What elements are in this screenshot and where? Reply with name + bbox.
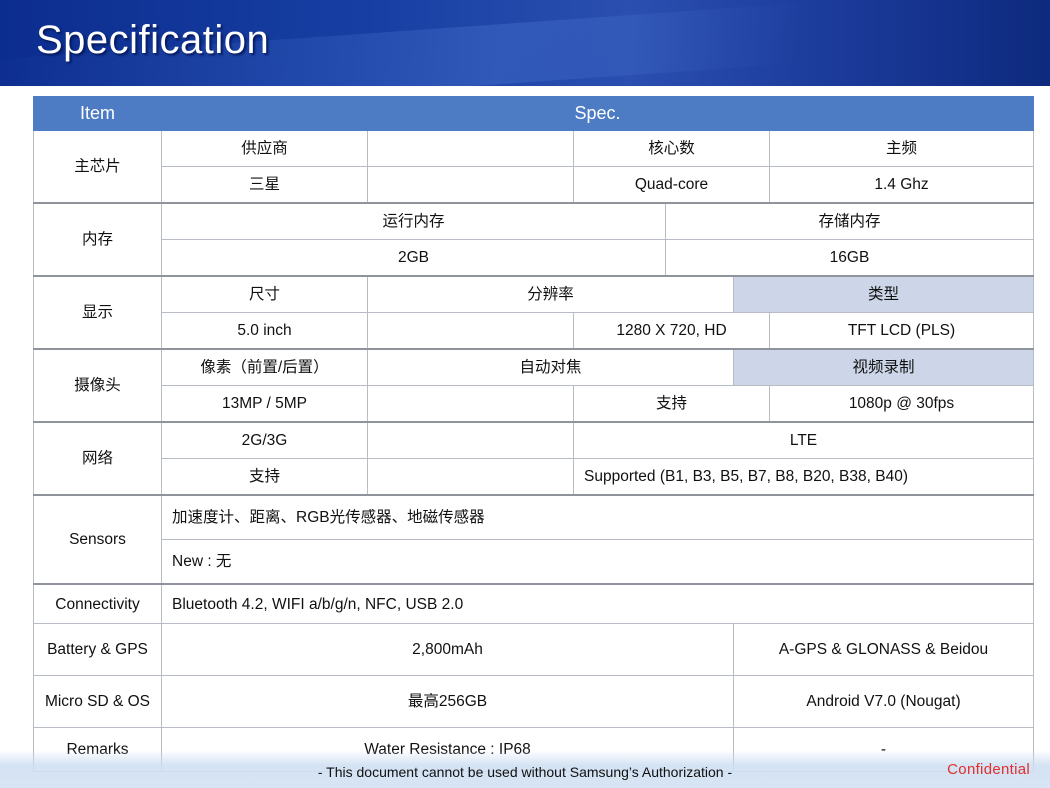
connectivity-value: Bluetooth 4.2, WIFI a/b/g/n, NFC, USB 2.… bbox=[161, 583, 1034, 624]
network-blank-value bbox=[367, 458, 574, 496]
table-row: Connectivity Bluetooth 4.2, WIFI a/b/g/n… bbox=[33, 583, 1034, 624]
network-header-2g3g: 2G/3G bbox=[161, 421, 368, 459]
row-label-microsd-os: Micro SD & OS bbox=[33, 675, 162, 728]
network-header-blank bbox=[367, 421, 574, 459]
network-header-lte: LTE bbox=[573, 421, 1034, 459]
display-type-value: TFT LCD (PLS) bbox=[769, 312, 1034, 350]
display-header-size: 尺寸 bbox=[161, 275, 368, 313]
camera-header-pixels: 像素（前置/后置） bbox=[161, 348, 368, 386]
chip-header-blank bbox=[367, 130, 574, 167]
memory-header-ram: 运行内存 bbox=[161, 202, 666, 240]
row-label-network: 网络 bbox=[33, 421, 162, 496]
chip-header-frequency: 主频 bbox=[769, 130, 1034, 167]
memory-ram-value: 2GB bbox=[161, 239, 666, 277]
chip-vendor-value: 三星 bbox=[161, 166, 368, 204]
camera-pixels-value: 13MP / 5MP bbox=[161, 385, 368, 423]
row-label-connectivity: Connectivity bbox=[33, 583, 162, 624]
memory-header-storage: 存储内存 bbox=[665, 202, 1034, 240]
table-row: Sensors 加速度计、距离、RGB光传感器、地磁传感器 bbox=[33, 494, 1034, 585]
table-row: 2GB 16GB bbox=[34, 239, 1034, 277]
display-blank-value bbox=[367, 312, 574, 350]
camera-autofocus-value: 支持 bbox=[573, 385, 770, 423]
memory-storage-value: 16GB bbox=[665, 239, 1034, 277]
gps-value: A-GPS & GLONASS & Beidou bbox=[733, 623, 1034, 676]
table-row: Micro SD & OS 最高256GB Android V7.0 (Noug… bbox=[33, 675, 1034, 728]
confidential-label: Confidential bbox=[947, 761, 1030, 778]
microsd-value: 最高256GB bbox=[161, 675, 734, 728]
row-label-chip: 主芯片 bbox=[33, 130, 162, 204]
camera-blank-value bbox=[367, 385, 574, 423]
footer-disclaimer: - This document cannot be used without S… bbox=[317, 764, 733, 780]
sensors-new-value: New : 无 bbox=[161, 539, 1034, 585]
table-row: 三星 Quad-core 1.4 Ghz bbox=[34, 166, 1034, 204]
camera-header-autofocus: 自动对焦 bbox=[367, 348, 734, 386]
table-row: 摄像头 像素（前置/后置） 自动对焦 视频录制 bbox=[33, 348, 1034, 423]
table-row: 支持 Supported (B1, B3, B5, B7, B8, B20, B… bbox=[34, 458, 1034, 496]
title-banner: Specification bbox=[0, 0, 1050, 86]
table-row: 主芯片 供应商 核心数 主频 bbox=[33, 130, 1034, 204]
chip-header-cores: 核心数 bbox=[573, 130, 770, 167]
chip-cores-value: Quad-core bbox=[573, 166, 770, 204]
row-label-camera: 摄像头 bbox=[33, 348, 162, 423]
page-title: Specification bbox=[36, 18, 270, 62]
network-2g3g-value: 支持 bbox=[161, 458, 368, 496]
row-label-memory: 内存 bbox=[33, 202, 162, 277]
camera-video-value: 1080p @ 30fps bbox=[769, 385, 1034, 423]
chip-blank-value bbox=[367, 166, 574, 204]
table-row: 13MP / 5MP 支持 1080p @ 30fps bbox=[34, 385, 1034, 423]
table-row: 5.0 inch 1280 X 720, HD TFT LCD (PLS) bbox=[34, 312, 1034, 350]
camera-header-video: 视频录制 bbox=[733, 348, 1034, 386]
row-label-battery-gps: Battery & GPS bbox=[33, 623, 162, 676]
header-item: Item bbox=[33, 96, 162, 131]
table-row: 网络 2G/3G LTE bbox=[33, 421, 1034, 496]
table-row: Battery & GPS 2,800mAh A-GPS & GLONASS &… bbox=[33, 623, 1034, 676]
row-label-sensors: Sensors bbox=[33, 494, 162, 585]
table-header-row: Item Spec. bbox=[33, 96, 1034, 131]
network-lte-value: Supported (B1, B3, B5, B7, B8, B20, B38,… bbox=[573, 458, 1034, 496]
specification-table: Item Spec. 主芯片 供应商 核心数 主频 三星 Quad-core 1… bbox=[33, 96, 1034, 772]
header-spec: Spec. bbox=[161, 96, 1034, 131]
chip-header-vendor: 供应商 bbox=[161, 130, 368, 167]
table-row: 显示 尺寸 分辨率 类型 bbox=[33, 275, 1034, 350]
display-header-resolution: 分辨率 bbox=[367, 275, 734, 313]
display-header-type: 类型 bbox=[733, 275, 1034, 313]
os-value: Android V7.0 (Nougat) bbox=[733, 675, 1034, 728]
chip-frequency-value: 1.4 Ghz bbox=[769, 166, 1034, 204]
display-size-value: 5.0 inch bbox=[161, 312, 368, 350]
display-resolution-value: 1280 X 720, HD bbox=[573, 312, 770, 350]
battery-value: 2,800mAh bbox=[161, 623, 734, 676]
sensors-list-value: 加速度计、距离、RGB光传感器、地磁传感器 bbox=[161, 494, 1034, 540]
row-label-display: 显示 bbox=[33, 275, 162, 350]
table-row: 内存 运行内存 存储内存 bbox=[33, 202, 1034, 277]
table-row: New : 无 bbox=[34, 539, 1034, 585]
